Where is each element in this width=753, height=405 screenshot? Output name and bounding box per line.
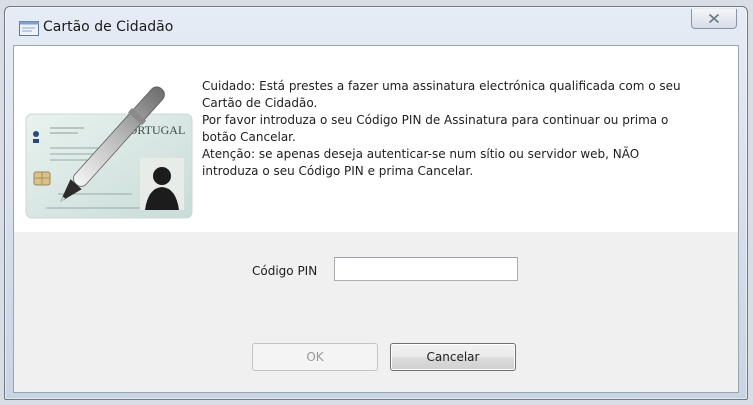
pin-input[interactable] xyxy=(334,257,518,281)
pin-label: Código PIN xyxy=(252,264,318,278)
cancel-button[interactable]: Cancelar xyxy=(390,343,516,371)
ok-button[interactable]: OK xyxy=(252,343,378,371)
instruction-paragraph: Por favor introduza o seu Código PIN de … xyxy=(202,113,669,144)
window-title: Cartão de Cidadão xyxy=(43,19,174,35)
warning-message: Cuidado: Está prestes a fazer uma assina… xyxy=(202,78,732,180)
dialog-window: Cartão de Cidadão PORTUGAL Cuidado: Está… xyxy=(4,6,748,400)
warning-paragraph: Cuidado: Está prestes a fazer uma assina… xyxy=(202,79,681,110)
attention-paragraph: Atenção: se apenas deseja autenticar-se … xyxy=(202,147,640,178)
citizen-card-with-pen-icon: PORTUGAL xyxy=(22,54,198,222)
close-icon xyxy=(708,9,720,28)
message-panel: PORTUGAL Cuidado: Está prestes a fazer u… xyxy=(14,46,738,232)
title-bar[interactable]: Cartão de Cidadão xyxy=(5,7,747,45)
close-button[interactable] xyxy=(691,9,737,29)
dialog-content: PORTUGAL Cuidado: Está prestes a fazer u… xyxy=(13,45,739,393)
window-app-icon xyxy=(19,21,39,36)
